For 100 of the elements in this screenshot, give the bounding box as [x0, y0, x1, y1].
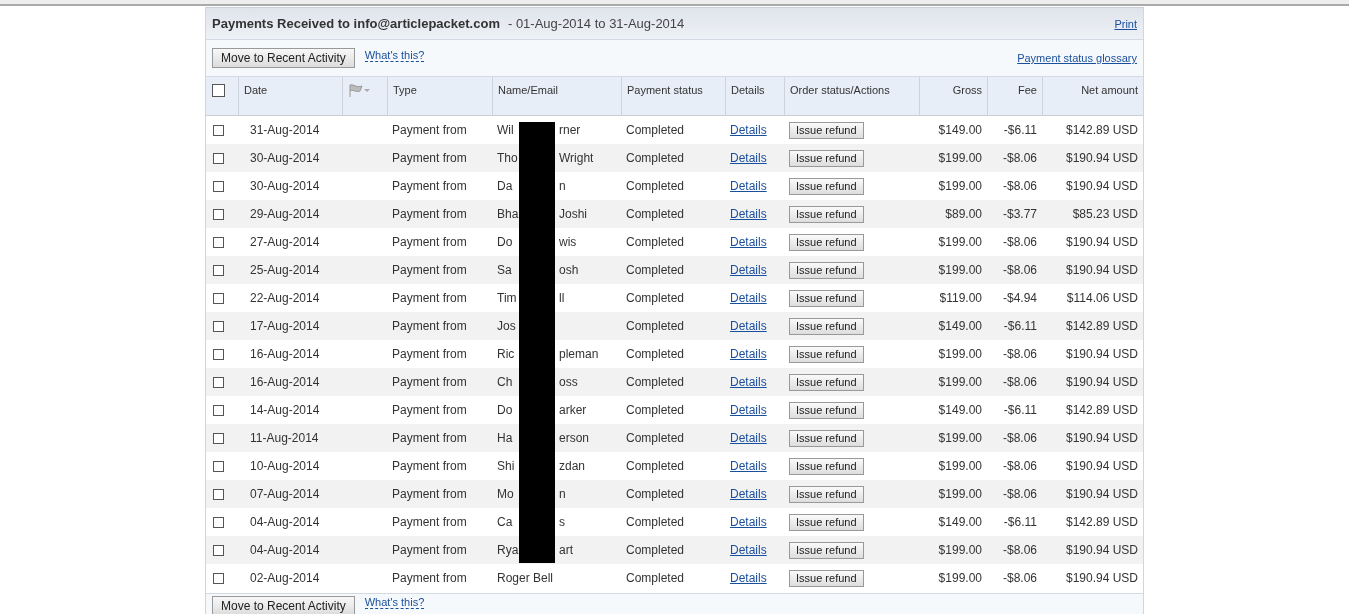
details-link[interactable]: Details: [730, 151, 767, 165]
table-cell: Completed: [626, 263, 685, 277]
table-cell: $190.94 USD: [1065, 179, 1138, 193]
table-cell: $190.94 USD: [1065, 151, 1138, 165]
column-header: Net amount: [1081, 84, 1138, 96]
table-cell: Payment from: [392, 403, 467, 417]
table-cell: -$3.77: [1002, 207, 1037, 221]
table-cell-text: Ca: [497, 515, 514, 529]
details-link[interactable]: Details: [730, 543, 767, 557]
row-checkbox[interactable]: [213, 348, 224, 360]
move-to-recent-activity-button[interactable]: Move to Recent Activity: [212, 48, 355, 68]
row-checkbox[interactable]: [213, 124, 224, 136]
table-cell: Completed: [626, 207, 685, 221]
issue-refund-button[interactable]: Issue refund: [789, 317, 864, 335]
table-cell: 17-Aug-2014: [250, 319, 320, 333]
table-cell: Completed: [626, 235, 685, 249]
column-header: Fee: [1018, 84, 1037, 96]
column-header: Type: [393, 84, 417, 96]
details-link[interactable]: Details: [730, 375, 767, 389]
issue-refund-button[interactable]: Issue refund: [789, 261, 864, 279]
details-link[interactable]: Details: [730, 459, 767, 473]
select-all-checkbox[interactable]: [212, 84, 225, 97]
details-link[interactable]: Details: [730, 263, 767, 277]
issue-refund-button[interactable]: Issue refund: [789, 569, 864, 587]
table-cell-text: Shi: [497, 459, 516, 473]
table-cell: -$8.06: [1002, 487, 1037, 501]
row-checkbox[interactable]: [213, 432, 224, 444]
row-checkbox[interactable]: [213, 152, 224, 164]
row-checkbox[interactable]: [213, 180, 224, 192]
print-link[interactable]: Print: [1114, 17, 1137, 30]
move-to-recent-activity-button[interactable]: Move to Recent Activity: [212, 596, 355, 614]
row-checkbox[interactable]: [213, 488, 224, 500]
details-link[interactable]: Details: [730, 431, 767, 445]
details-link[interactable]: Details: [730, 487, 767, 501]
table-cell: $199.00: [938, 431, 982, 445]
column-header: Date: [244, 84, 268, 96]
details-link[interactable]: Details: [730, 235, 767, 249]
row-checkbox[interactable]: [213, 320, 224, 332]
details-link[interactable]: Details: [730, 123, 767, 137]
details-link[interactable]: Details: [730, 291, 767, 305]
issue-refund-button[interactable]: Issue refund: [789, 541, 864, 559]
table-cell: $85.23 USD: [1072, 207, 1138, 221]
table-cell: Completed: [626, 151, 685, 165]
table-cell: $142.89 USD: [1065, 319, 1138, 333]
issue-refund-button[interactable]: Issue refund: [789, 149, 864, 167]
issue-refund-button[interactable]: Issue refund: [789, 485, 864, 503]
table-cell: -$6.11: [1003, 515, 1037, 529]
table-cell: Completed: [626, 347, 685, 361]
issue-refund-button[interactable]: Issue refund: [789, 177, 864, 195]
row-checkbox[interactable]: [213, 460, 224, 472]
row-checkbox[interactable]: [213, 544, 224, 556]
table-cell-text: Tho: [497, 151, 519, 165]
row-checkbox[interactable]: [213, 572, 224, 584]
issue-refund-button[interactable]: Issue refund: [789, 457, 864, 475]
issue-refund-button[interactable]: Issue refund: [789, 373, 864, 391]
row-checkbox[interactable]: [213, 208, 224, 220]
details-link[interactable]: Details: [730, 571, 767, 585]
issue-refund-button[interactable]: Issue refund: [789, 121, 864, 139]
table-cell: Payment from: [392, 235, 467, 249]
table-cell-text: Jos: [497, 319, 517, 333]
issue-refund-button[interactable]: Issue refund: [789, 401, 864, 419]
column-header: Name/Email: [498, 84, 558, 96]
table-cell: 04-Aug-2014: [250, 515, 320, 529]
issue-refund-button[interactable]: Issue refund: [789, 289, 864, 307]
table-cell: $190.94 USD: [1065, 431, 1138, 445]
row-checkbox[interactable]: [213, 516, 224, 528]
issue-refund-button[interactable]: Issue refund: [789, 345, 864, 363]
details-link[interactable]: Details: [730, 347, 767, 361]
details-link[interactable]: Details: [730, 319, 767, 333]
issue-refund-button[interactable]: Issue refund: [789, 233, 864, 251]
details-link[interactable]: Details: [730, 403, 767, 417]
table-cell: $149.00: [938, 123, 982, 137]
row-checkbox[interactable]: [213, 376, 224, 388]
glossary-link[interactable]: Payment status glossary: [1017, 52, 1137, 64]
table-cell: Completed: [626, 123, 685, 137]
table-cell: Payment from: [392, 487, 467, 501]
table-cell: 16-Aug-2014: [250, 347, 320, 361]
table-cell: $190.94 USD: [1065, 487, 1138, 501]
table-cell: Payment from: [392, 543, 467, 557]
row-checkbox[interactable]: [213, 404, 224, 416]
details-link[interactable]: Details: [730, 515, 767, 529]
row-checkbox[interactable]: [213, 236, 224, 248]
table-cell-text: Do: [497, 403, 514, 417]
issue-refund-button[interactable]: Issue refund: [789, 429, 864, 447]
table-cell: $142.89 USD: [1065, 403, 1138, 417]
table-cell: Completed: [626, 403, 685, 417]
table-cell: $149.00: [938, 319, 982, 333]
table-cell: -$6.11: [1003, 319, 1037, 333]
row-checkbox[interactable]: [213, 292, 224, 304]
table-cell: Wright: [559, 151, 594, 165]
issue-refund-button[interactable]: Issue refund: [789, 205, 864, 223]
details-link[interactable]: Details: [730, 179, 767, 193]
table-cell: -$4.94: [1002, 291, 1037, 305]
table-cell: Completed: [626, 487, 685, 501]
table-cell: -$8.06: [1002, 543, 1037, 557]
details-link[interactable]: Details: [730, 207, 767, 221]
issue-refund-button[interactable]: Issue refund: [789, 513, 864, 531]
help-link[interactable]: What's this?: [364, 48, 425, 62]
help-link[interactable]: What's this?: [364, 596, 425, 609]
row-checkbox[interactable]: [213, 264, 224, 276]
